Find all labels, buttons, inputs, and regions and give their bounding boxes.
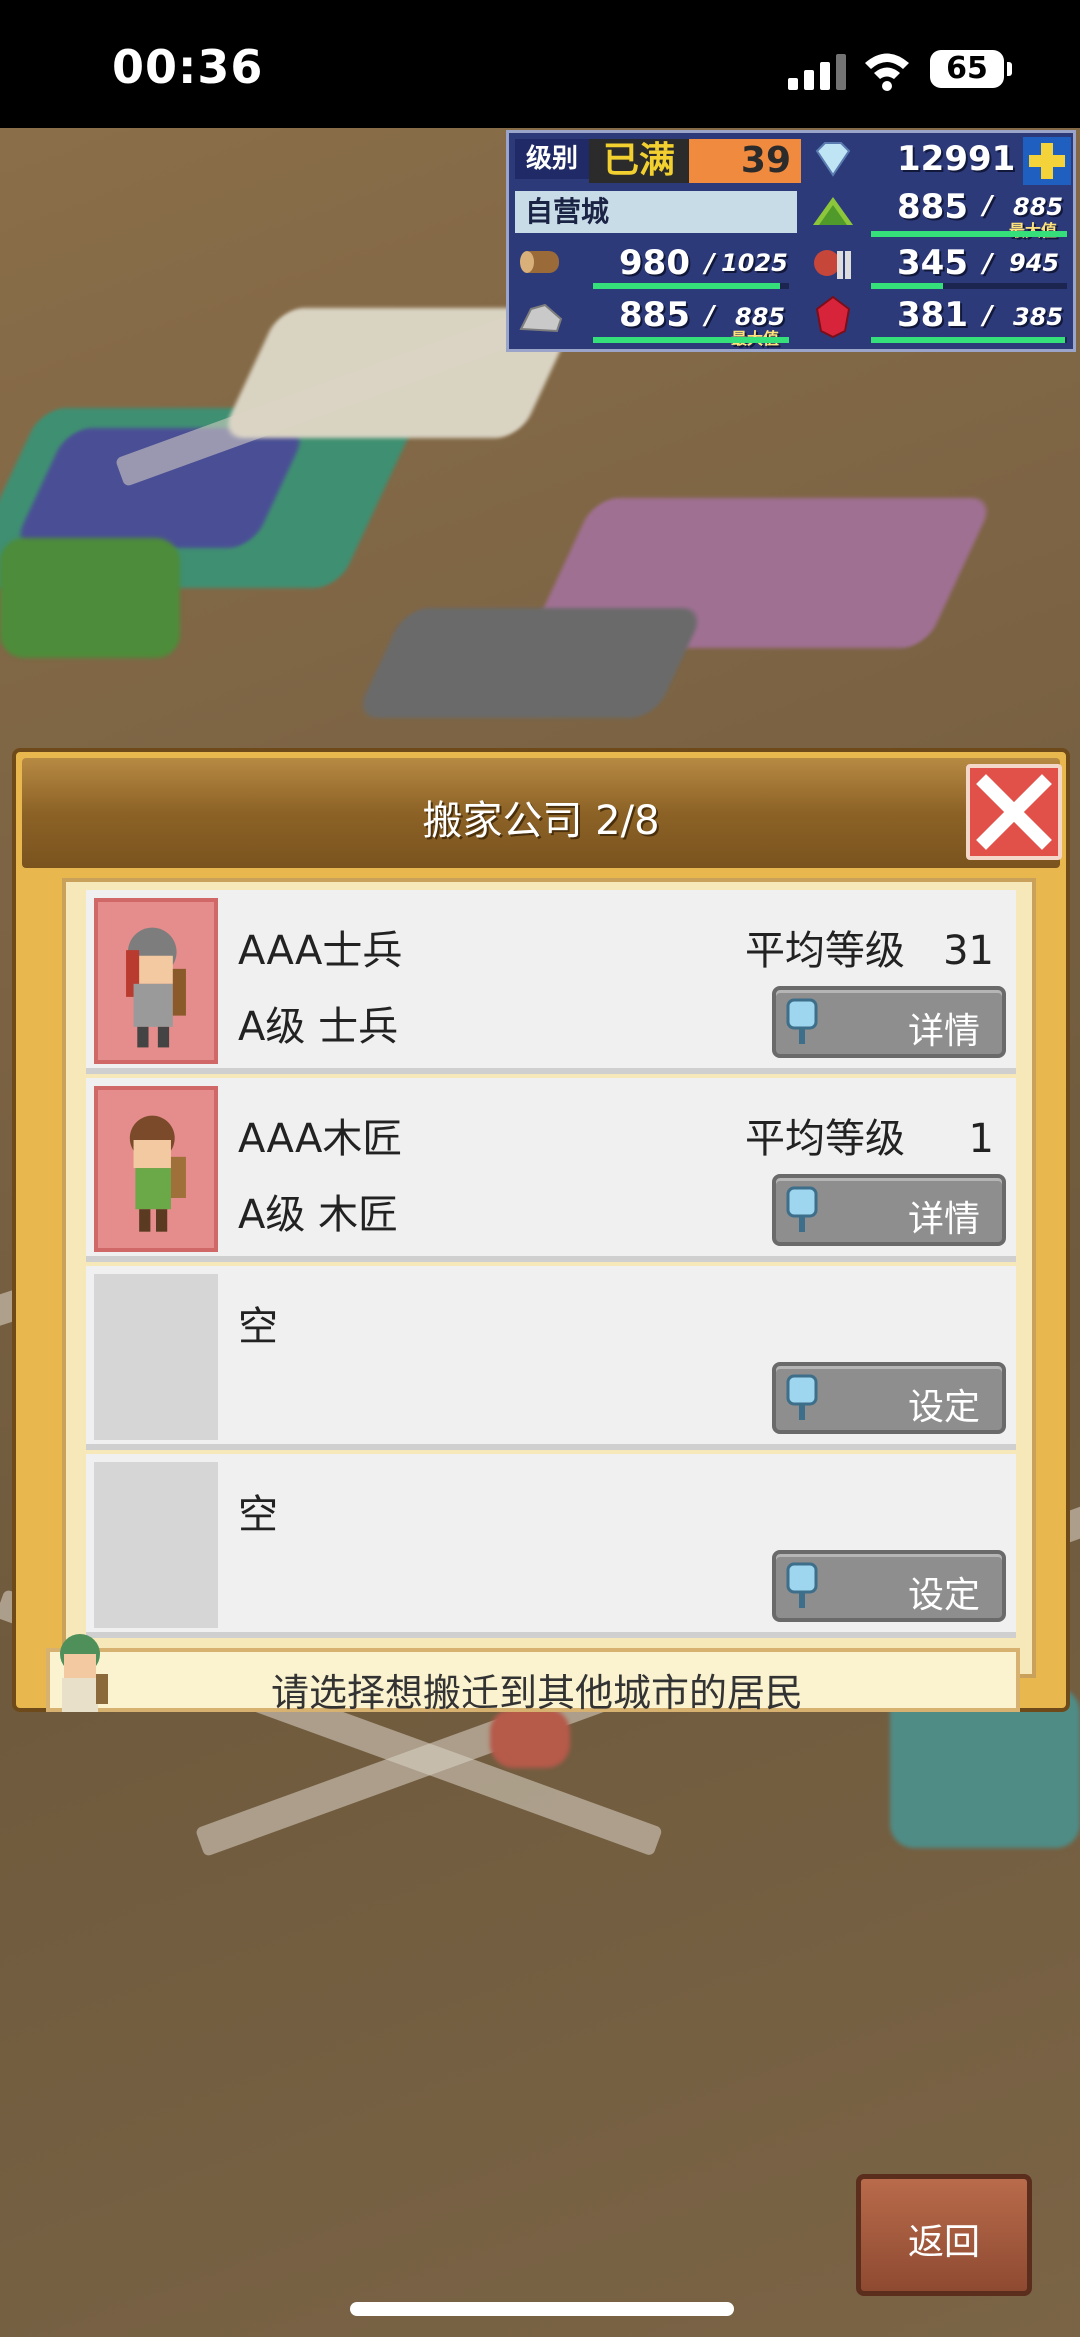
pin-icon xyxy=(786,1186,818,1232)
ruby-icon xyxy=(815,295,851,339)
ruby-bar xyxy=(871,337,1067,343)
wifi-icon xyxy=(865,53,909,91)
city-name: 自营城 xyxy=(525,195,610,228)
average-level-label: 平均等级 xyxy=(744,1116,905,1162)
details-button-label: 详情 xyxy=(907,1011,980,1052)
average-level-value: 1 xyxy=(968,1116,994,1162)
stone-separator: / xyxy=(705,301,715,331)
back-button[interactable]: 返回 xyxy=(856,2174,1032,2296)
set-button-label: 设定 xyxy=(907,1575,980,1616)
average-level-value: 31 xyxy=(943,928,994,974)
moving-company-dialog: 搬家公司 2/8 AAA士兵 A级 士兵 平均等级 31 详情 AAA木匠 A级… xyxy=(12,748,1070,1715)
wood-separator: / xyxy=(705,249,715,279)
food-separator: / xyxy=(983,191,993,221)
set-button[interactable]: 设定 xyxy=(772,1550,1006,1622)
resident-row[interactable]: AAA木匠 A级 木匠 平均等级 1 详情 xyxy=(86,1078,1016,1262)
level-value-box: 39 xyxy=(689,139,801,183)
plus-icon xyxy=(1029,143,1065,179)
diamond-icon xyxy=(815,142,851,177)
level-value: 39 xyxy=(740,140,791,181)
food-value: 885 xyxy=(897,187,968,227)
meat-separator: / xyxy=(983,249,993,279)
pin-icon xyxy=(786,1562,818,1608)
meat-icon xyxy=(814,250,851,279)
empty-portrait xyxy=(94,1274,218,1440)
gems-value: 12991 xyxy=(897,139,1016,179)
status-bar: 00:36 65 xyxy=(0,0,1080,128)
details-button[interactable]: 详情 xyxy=(772,1174,1006,1246)
dialog-title: 搬家公司 2/8 xyxy=(422,798,660,844)
stone-icon xyxy=(519,303,563,333)
empty-portrait xyxy=(94,1462,218,1628)
resident-row[interactable]: AAA士兵 A级 士兵 平均等级 31 详情 xyxy=(86,890,1016,1074)
wood-bar xyxy=(593,283,789,289)
clock: 00:36 xyxy=(112,40,264,94)
meat-bar xyxy=(871,283,1067,289)
close-icon xyxy=(976,774,1052,850)
empty-slot-row[interactable]: 空 设定 xyxy=(86,1266,1016,1450)
wood-max: 1025 xyxy=(721,249,788,277)
resource-hud: 级别 已满 39 12991 自营城 885 / 885 最大值 980 / 1… xyxy=(506,130,1076,352)
empty-slot-label: 空 xyxy=(238,1304,278,1350)
average-level: 平均等级 31 xyxy=(745,918,994,976)
carpenter-avatar xyxy=(129,1115,186,1232)
add-gems-button[interactable] xyxy=(1023,137,1071,185)
hint-text: 请选择想搬迁到其他城市的居民 xyxy=(270,1671,803,1715)
city-name-box: 自营城 xyxy=(515,191,797,233)
pin-icon xyxy=(786,998,818,1044)
details-button[interactable]: 详情 xyxy=(772,986,1006,1058)
details-button-label: 详情 xyxy=(907,1199,980,1240)
wood-icon xyxy=(520,251,559,273)
set-button-label: 设定 xyxy=(907,1387,980,1428)
signal-icon xyxy=(788,52,846,90)
ruby-value: 381 xyxy=(897,295,968,335)
home-indicator[interactable] xyxy=(350,2302,734,2316)
carpenter-portrait xyxy=(94,1086,218,1252)
soldier-portrait xyxy=(94,898,218,1064)
empty-slot-label: 空 xyxy=(238,1492,278,1538)
stone-value: 885 xyxy=(619,295,690,335)
dialog-header: 搬家公司 2/8 xyxy=(22,758,1060,868)
close-button[interactable] xyxy=(966,764,1062,860)
battery-tip xyxy=(1007,62,1012,76)
resident-name: AAA士兵 xyxy=(238,928,403,974)
level-label-box: 级别 xyxy=(515,139,589,179)
resident-class: A级 士兵 xyxy=(238,1004,399,1050)
food-bar xyxy=(871,231,1067,237)
resident-class: A级 木匠 xyxy=(238,1192,399,1238)
battery-icon: 65 xyxy=(930,50,1004,88)
level-status: 已满 xyxy=(602,140,675,181)
back-button-label: 返回 xyxy=(907,2222,980,2263)
resident-list: AAA士兵 A级 士兵 平均等级 31 详情 AAA木匠 A级 木匠 平均等级 … xyxy=(62,878,1036,1678)
average-level-label: 平均等级 xyxy=(744,928,905,974)
meat-value: 345 xyxy=(897,243,968,283)
meat-max: 945 xyxy=(1009,249,1060,277)
resident-name: AAA木匠 xyxy=(238,1116,403,1162)
average-level: 平均等级 1 xyxy=(745,1106,994,1164)
empty-slot-row[interactable]: 空 设定 xyxy=(86,1454,1016,1638)
hint-bar: 请选择想搬迁到其他城市的居民 xyxy=(46,1634,1020,1715)
ruby-separator: / xyxy=(983,301,993,331)
food-max-note: 最大值 xyxy=(1009,217,1057,241)
stone-bar xyxy=(593,337,789,343)
pin-icon xyxy=(786,1374,818,1420)
soldier-avatar xyxy=(126,927,186,1048)
level-label: 级别 xyxy=(525,144,578,174)
wood-value: 980 xyxy=(619,243,690,283)
crop-icon xyxy=(813,197,853,225)
set-button[interactable]: 设定 xyxy=(772,1362,1006,1434)
level-status-box: 已满 xyxy=(589,139,689,183)
ruby-max: 385 xyxy=(1013,303,1064,331)
